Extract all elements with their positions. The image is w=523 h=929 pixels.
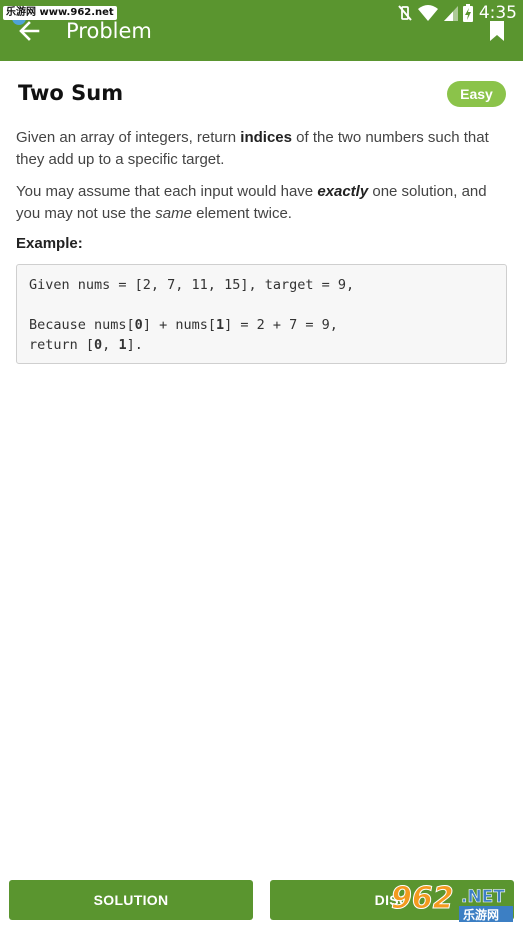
difficulty-badge: Easy [447,81,506,107]
solution-button[interactable]: SOLUTION [9,880,253,920]
code-line-3: return [0, 1]. [29,337,143,353]
code-line-2: Because nums[0] + nums[1] = 2 + 7 = 9, [29,317,338,333]
problem-title: Two Sum [18,81,124,105]
watermark-brand: 962 [391,881,454,916]
example-code-block: Given nums = [2, 7, 11, 15], target = 9,… [16,264,507,364]
battery-charging-icon [462,4,473,22]
back-button[interactable] [16,18,44,44]
problem-description-1: Given an array of integers, return indic… [16,129,489,168]
bookmark-icon [490,21,504,41]
problem-header: Two Sum Easy [16,61,507,123]
bookmark-button[interactable] [489,20,505,42]
example-label: Example: [16,235,83,252]
app-bar: 乐游网 www.962.net 4:35 Problem [0,0,523,61]
app-bar-title: Problem [66,19,152,43]
code-line-1: Given nums = [2, 7, 11, 15], target = 9, [29,277,355,293]
cell-signal-icon [443,6,458,21]
site-watermark-logo: 962 .NET 乐游网 [391,881,513,922]
watermark-suffix: .NET [461,887,505,907]
vibrate-off-icon [398,5,412,21]
arrow-left-icon [19,21,40,41]
problem-description-2: You may assume that each input would hav… [16,183,487,222]
watermark-sub: 乐游网 [463,907,499,922]
wifi-icon [417,5,438,21]
problem-content: Two Sum Easy Given an array of integers,… [16,61,507,364]
